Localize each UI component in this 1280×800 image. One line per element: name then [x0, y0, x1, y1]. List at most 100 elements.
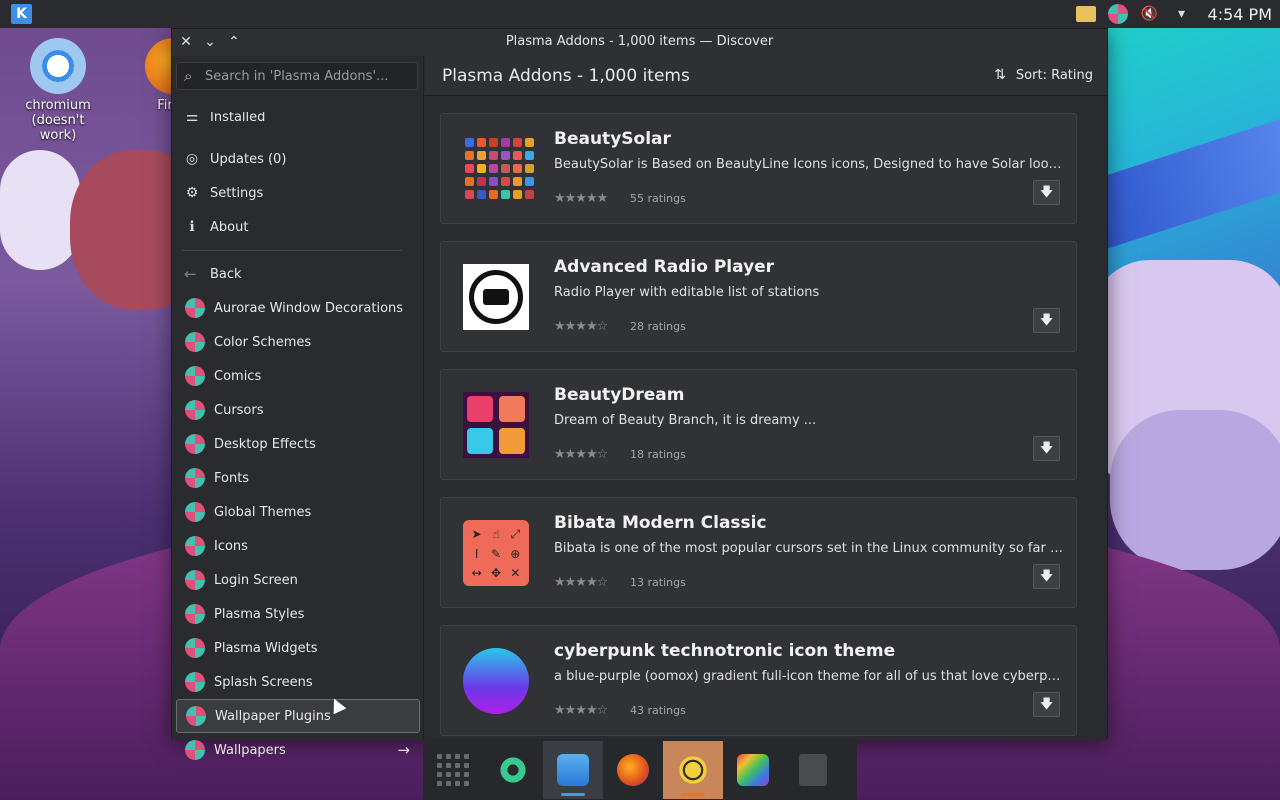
desktop-icon-label: chromium (doesn't work) [25, 98, 91, 143]
taskbar [423, 739, 857, 800]
addon-name[interactable]: BeautyDream [554, 385, 684, 405]
app-grid-icon [437, 753, 469, 786]
discover-icon [557, 753, 589, 786]
sidebar: ⌕ ☰ Installed ◎ Updates (0) ⚙ Settings ℹ… [172, 56, 424, 760]
addon-description: Bibata is one of the most popular cursor… [554, 541, 1064, 556]
addon-description: Radio Player with editable list of stati… [554, 285, 820, 300]
trash-icon [799, 753, 827, 786]
category-icon [185, 604, 205, 624]
volume-muted-icon[interactable]: 🔇 [1140, 4, 1160, 24]
application-launcher-icon[interactable]: K [11, 4, 32, 24]
rating-count: 28 ratings [630, 320, 686, 333]
addon-name[interactable]: Advanced Radio Player [554, 257, 774, 277]
addon-name[interactable]: Bibata Modern Classic [554, 513, 767, 533]
gear-icon: ⚙ [185, 185, 199, 201]
category-icon [185, 434, 205, 454]
search-icon: ⌕ [184, 67, 193, 85]
rating-count: 18 ratings [630, 448, 686, 461]
sidebar-item-wallpaper-plugins[interactable]: Wallpaper Plugins [176, 699, 420, 733]
install-button[interactable]: 🡇 [1033, 564, 1060, 589]
category-icon [185, 570, 205, 590]
list-item[interactable]: BeautySolar BeautySolar is Based on Beau… [440, 113, 1077, 224]
list-item[interactable]: cyberpunk technotronic icon theme a blue… [440, 625, 1077, 736]
beautydream-thumbnail [463, 392, 529, 458]
addon-list: BeautySolar BeautySolar is Based on Beau… [440, 113, 1077, 740]
discover-updates-icon[interactable] [1107, 4, 1128, 24]
sidebar-item-plasma-widgets[interactable]: Plasma Widgets [176, 631, 420, 665]
category-icon [185, 740, 205, 760]
download-icon: 🡇 [1039, 441, 1054, 456]
install-button[interactable]: 🡇 [1033, 436, 1060, 461]
task-kvantum[interactable] [723, 741, 783, 799]
sidebar-item-splash-screens[interactable]: Splash Screens [176, 665, 420, 699]
install-button[interactable]: 🡇 [1033, 692, 1060, 717]
sidebar-item-fonts[interactable]: Fonts [176, 461, 420, 495]
sidebar-item-plasma-styles[interactable]: Plasma Styles [176, 597, 420, 631]
sidebar-item-label: Plasma Styles [214, 606, 305, 622]
chevron-down-icon[interactable]: ▾ [1172, 4, 1192, 24]
sidebar-item-global-themes[interactable]: Global Themes [176, 495, 420, 529]
desktop-icon-chromium[interactable]: chromium (doesn't work) [12, 38, 104, 143]
search-box[interactable]: ⌕ [176, 62, 418, 90]
sidebar-item-wallpapers[interactable]: Wallpapers → [176, 733, 420, 767]
sidebar-nav: ◎ Updates (0) ⚙ Settings ℹ About ← Back … [172, 142, 424, 767]
back-button[interactable]: ← Back [172, 257, 424, 291]
kvantum-icon [737, 753, 769, 786]
system-tray: 🔇 ▾ 4:54 PM [1075, 0, 1280, 28]
updates-icon: ◎ [185, 151, 199, 167]
app-grid-button[interactable] [423, 741, 483, 799]
arrow-right-icon: → [397, 741, 410, 759]
sidebar-item-settings[interactable]: ⚙ Settings [172, 176, 424, 210]
sidebar-item-aurorae[interactable]: Aurorae Window Decorations [176, 291, 420, 325]
task-system-settings[interactable] [483, 741, 543, 799]
list-item[interactable]: Advanced Radio Player Radio Player with … [440, 241, 1077, 352]
list-item[interactable]: ➤ ☝ ⤢ Ι ✎ ⊕ ↔ ✥ ✕ Bibata Modern Classic Bibata… [440, 497, 1077, 608]
search-input[interactable] [205, 66, 410, 86]
sidebar-item-login-screen[interactable]: Login Screen [176, 563, 420, 597]
task-firefox[interactable] [603, 741, 663, 799]
window-title: Plasma Addons - 1,000 items — Discover [505, 34, 774, 49]
rating-count: 55 ratings [630, 192, 686, 205]
rating-stars-icon: ★★★★☆ [554, 575, 608, 590]
sidebar-item-about[interactable]: ℹ About [172, 210, 424, 244]
category-icon [185, 638, 205, 658]
sidebar-item-installed[interactable]: ☰ Installed [172, 112, 424, 136]
sidebar-item-label: About [210, 219, 249, 235]
sidebar-item-label: Plasma Widgets [214, 640, 318, 656]
bee-icon [677, 753, 709, 786]
titlebar[interactable]: ✕ ⌄ ⌃ Plasma Addons - 1,000 items — Disc… [172, 29, 1107, 56]
arrow-left-icon: ← [184, 265, 197, 283]
category-icon [185, 332, 205, 352]
radio-icon [463, 264, 529, 330]
addon-name[interactable]: cyberpunk technotronic icon theme [554, 641, 895, 661]
sidebar-item-label: Aurorae Window Decorations [214, 300, 404, 316]
sidebar-item-desktop-effects[interactable]: Desktop Effects [176, 427, 420, 461]
clock[interactable]: 4:54 PM [1208, 5, 1272, 24]
sidebar-item-label: Login Screen [214, 572, 298, 588]
download-icon: 🡇 [1039, 185, 1054, 200]
sidebar-item-icons[interactable]: Icons [176, 529, 420, 563]
discover-window: ✕ ⌄ ⌃ Plasma Addons - 1,000 items — Disc… [171, 28, 1108, 760]
sidebar-item-updates[interactable]: ◎ Updates (0) [172, 142, 424, 176]
rating-stars-icon: ★★★★☆ [554, 703, 608, 718]
sidebar-item-cursors[interactable]: Cursors [176, 393, 420, 427]
category-icon [185, 400, 205, 420]
category-icon [185, 502, 205, 522]
sidebar-item-label: Global Themes [214, 504, 312, 520]
list-icon: ☰ [185, 112, 199, 125]
sort-button[interactable]: ⇅ Sort: Rating [994, 67, 1093, 83]
addon-name[interactable]: BeautySolar [554, 129, 671, 149]
task-discover[interactable] [543, 740, 603, 799]
system-settings-icon [497, 753, 529, 786]
main-content: Plasma Addons - 1,000 items ⇅ Sort: Rati… [425, 56, 1107, 740]
task-trash[interactable] [783, 741, 843, 799]
list-item[interactable]: BeautyDream Dream of Beauty Branch, it i… [440, 369, 1077, 480]
category-icon [185, 298, 205, 318]
folder-icon[interactable] [1075, 6, 1096, 22]
page-title: Plasma Addons - 1,000 items [442, 66, 690, 86]
task-bee[interactable] [663, 740, 723, 799]
install-button[interactable]: 🡇 [1033, 308, 1060, 333]
sidebar-item-comics[interactable]: Comics [176, 359, 420, 393]
sidebar-item-color-schemes[interactable]: Color Schemes [176, 325, 420, 359]
install-button[interactable]: 🡇 [1033, 180, 1060, 205]
